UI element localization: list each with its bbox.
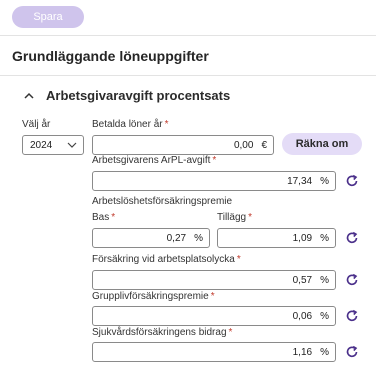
percent-unit: % — [320, 274, 329, 286]
group-life-input[interactable]: 0,06 % — [92, 306, 336, 326]
recalculate-button[interactable]: Räkna om — [282, 133, 362, 155]
group-life-value: 0,06 — [292, 310, 313, 322]
refresh-icon[interactable] — [344, 173, 360, 189]
year-select[interactable]: 2024 — [22, 135, 84, 155]
group-life-label: Grupplivförsäkringspremie * — [92, 291, 215, 302]
accident-label: Försäkring vid arbetsplatsolycka * — [92, 254, 241, 265]
chevron-up-icon[interactable] — [22, 89, 36, 103]
refresh-icon[interactable] — [344, 344, 360, 360]
tillagg-input[interactable]: 1,09 % — [217, 228, 336, 248]
bas-label: Bas * — [92, 212, 116, 223]
page-title: Grundläggande löneuppgifter — [12, 48, 209, 64]
chevron-down-icon — [67, 140, 77, 151]
year-label: Välj år — [22, 119, 51, 130]
health-value: 1,16 — [292, 346, 313, 358]
percent-unit: % — [194, 232, 203, 244]
section-header[interactable]: Arbetsgivaravgift procentsats — [22, 88, 230, 103]
percent-unit: % — [320, 175, 329, 187]
percent-unit: % — [320, 232, 329, 244]
percent-unit: % — [320, 310, 329, 322]
accident-input[interactable]: 0,57 % — [92, 270, 336, 290]
arpl-value: 17,34 — [287, 175, 313, 187]
paid-salaries-label: Betalda löner år * — [92, 119, 169, 130]
arpl-input[interactable]: 17,34 % — [92, 171, 336, 191]
arpl-label: Arbetsgivarens ArPL-avgift * — [92, 155, 217, 166]
bas-value: 0,27 — [166, 232, 187, 244]
currency-unit: € — [261, 139, 267, 151]
unemployment-label: Arbetslöshetsförsäkringspremie — [92, 196, 233, 207]
health-input[interactable]: 1,16 % — [92, 342, 336, 362]
tillagg-label: Tillägg * — [217, 212, 252, 223]
toolbar-divider — [0, 35, 376, 36]
refresh-icon[interactable] — [344, 272, 360, 288]
year-value: 2024 — [30, 139, 53, 151]
paid-salaries-input[interactable]: 0,00 € — [92, 135, 274, 155]
title-divider — [0, 75, 376, 76]
refresh-icon[interactable] — [344, 308, 360, 324]
percent-unit: % — [320, 346, 329, 358]
save-button[interactable]: Spara — [12, 6, 84, 28]
toolbar: Spara — [0, 0, 376, 35]
paid-salaries-value: 0,00 — [233, 139, 254, 151]
health-label: Sjukvårdsförsäkringens bidrag * — [92, 327, 233, 338]
bas-input[interactable]: 0,27 % — [92, 228, 210, 248]
accident-value: 0,57 — [292, 274, 313, 286]
section-title: Arbetsgivaravgift procentsats — [46, 88, 231, 103]
tillagg-value: 1,09 — [292, 232, 313, 244]
refresh-icon[interactable] — [344, 230, 360, 246]
